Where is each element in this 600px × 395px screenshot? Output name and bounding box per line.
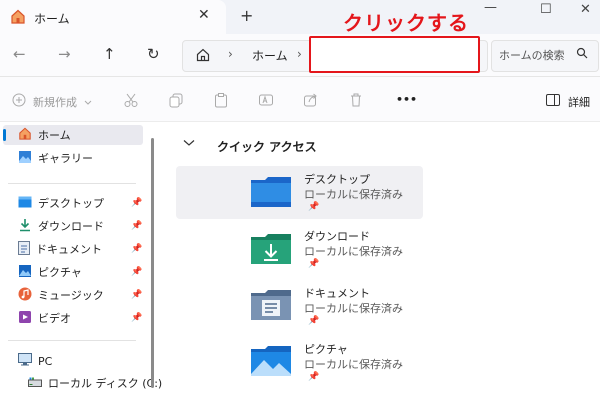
pin-icon: 📌 [308, 372, 320, 382]
documents-folder-icon [250, 289, 292, 324]
music-icon [18, 287, 32, 304]
sidebar-divider [8, 183, 136, 184]
up-button[interactable]: ↑ [103, 45, 116, 63]
close-window-button[interactable]: ✕ [580, 2, 591, 17]
quick-access-heading[interactable]: クイック アクセス [217, 138, 317, 155]
download-icon [18, 218, 32, 235]
folder-name: ドキュメント [304, 287, 370, 300]
details-pane-icon[interactable] [546, 94, 560, 109]
computer-icon [18, 353, 32, 369]
sidebar-item-music[interactable]: ミュージック [18, 285, 104, 305]
address-chevron[interactable]: › [297, 47, 302, 61]
new-button[interactable]: 新規作成 [33, 94, 77, 110]
cut-icon[interactable] [123, 92, 139, 111]
sidebar-item-downloads[interactable]: ダウンロード [18, 216, 104, 236]
sidebar-item-label: デスクトップ [38, 197, 104, 210]
annotation-label: クリックする [343, 11, 469, 35]
search-icon[interactable] [576, 47, 588, 62]
folder-status: ローカルに保存済み [304, 188, 403, 201]
sidebar-item-gallery[interactable]: ギャラリー [18, 148, 93, 168]
pin-icon: 📌 [308, 259, 320, 269]
sidebar-item-label: ギャラリー [38, 152, 93, 165]
address-home-icon[interactable] [196, 48, 210, 65]
sidebar-item-label: ダウンロード [38, 220, 104, 233]
sidebar-item-documents[interactable]: ドキュメント [18, 239, 102, 259]
sidebar-item-label: ミュージック [38, 289, 104, 302]
delete-icon[interactable] [348, 92, 364, 111]
pin-icon[interactable]: 📌 [131, 198, 142, 208]
rename-icon[interactable] [258, 92, 274, 111]
chevron-down-icon[interactable] [84, 96, 92, 109]
tab-title: ホーム [34, 12, 70, 26]
tab-close-icon[interactable]: ✕ [198, 7, 210, 23]
folder-status: ローカルに保存済み [304, 302, 403, 315]
desktop-folder-icon [250, 176, 292, 211]
folder-name: デスクトップ [304, 173, 370, 186]
video-icon [18, 310, 32, 327]
refresh-button[interactable]: ↻ [147, 45, 160, 63]
pin-icon: 📌 [308, 316, 320, 326]
share-icon[interactable] [303, 92, 319, 111]
folder-status: ローカルに保存済み [304, 358, 403, 371]
pictures-folder-icon [250, 345, 292, 380]
pin-icon[interactable]: 📌 [131, 221, 142, 231]
folder-name: ピクチャ [304, 343, 348, 356]
sidebar-item-videos[interactable]: ビデオ [18, 308, 71, 328]
drive-icon [28, 377, 42, 390]
search-input[interactable]: ホームの検索 [499, 47, 569, 63]
downloads-folder-icon [250, 233, 292, 268]
folder-status: ローカルに保存済み [304, 245, 403, 258]
section-collapse-icon[interactable] [183, 137, 195, 150]
back-button[interactable]: ← [13, 45, 26, 63]
sidebar-item-label: ホーム [38, 129, 71, 142]
folder-name: ダウンロード [304, 230, 370, 243]
home-icon [18, 127, 32, 143]
pin-icon[interactable]: 📌 [131, 290, 142, 300]
new-plus-icon[interactable] [12, 93, 26, 110]
sidebar-item-label: ビデオ [38, 312, 71, 325]
annotation-highlight-box [309, 36, 480, 73]
selection-indicator [3, 129, 6, 141]
address-chevron[interactable]: › [228, 47, 233, 61]
sidebar-item-home[interactable]: ホーム [18, 125, 71, 145]
more-options-button[interactable]: ••• [396, 93, 417, 106]
pictures-icon [18, 264, 32, 281]
address-segment-home[interactable]: ホーム [252, 47, 288, 64]
home-icon [10, 9, 26, 27]
gallery-icon [18, 150, 32, 167]
sidebar-item-pc[interactable]: PC [18, 351, 52, 371]
sidebar-item-local-disk[interactable]: ローカル ディスク (C:) [28, 373, 162, 393]
minimize-button[interactable]: — [484, 0, 497, 15]
copy-icon[interactable] [168, 92, 184, 111]
sidebar-item-pictures[interactable]: ピクチャ [18, 262, 82, 282]
desktop-icon [18, 196, 32, 211]
sidebar-item-label: ドキュメント [36, 243, 102, 256]
forward-button[interactable]: → [58, 45, 71, 63]
sidebar-scrollbar[interactable] [151, 138, 154, 388]
sidebar-item-label: ローカル ディスク (C:) [48, 377, 163, 390]
pin-icon[interactable]: 📌 [131, 244, 142, 254]
details-button[interactable]: 詳細 [568, 94, 590, 110]
sidebar-item-desktop[interactable]: デスクトップ [18, 193, 104, 213]
maximize-button[interactable]: ☐ [540, 2, 552, 17]
sidebar-item-label: ピクチャ [38, 266, 82, 279]
pin-icon[interactable]: 📌 [131, 267, 142, 277]
sidebar-divider [8, 340, 136, 341]
document-icon [18, 240, 30, 258]
paste-icon[interactable] [213, 92, 229, 111]
sidebar-item-label: PC [38, 354, 53, 368]
new-tab-button[interactable]: + [240, 6, 253, 25]
pin-icon[interactable]: 📌 [131, 313, 142, 323]
pin-icon: 📌 [308, 202, 320, 212]
